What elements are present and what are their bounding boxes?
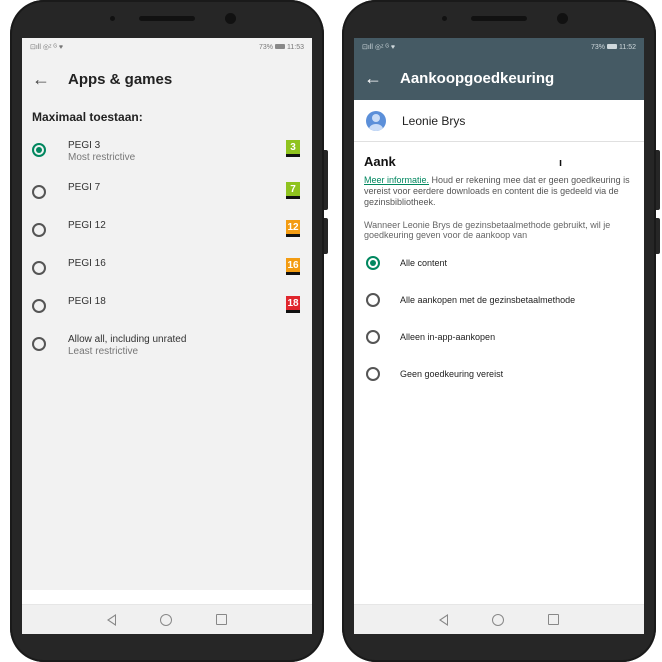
more-info-link[interactable]: Meer informatie. bbox=[364, 175, 429, 185]
phone-frame-right: ⊡ıll ◎ᶻ ᴳ ♥ 73% 11:52 ← Aankoopgoedkeurin… bbox=[342, 0, 660, 662]
approval-option-row[interactable]: Geen goedkeuring vereist bbox=[364, 355, 634, 392]
nav-back-icon[interactable] bbox=[439, 613, 448, 626]
option-text: PEGI 3 Most restrictive bbox=[68, 140, 135, 163]
section-heading: Aank ı bbox=[364, 154, 634, 169]
system-nav-bar bbox=[354, 604, 644, 634]
screen-right: ⊡ıll ◎ᶻ ᴳ ♥ 73% 11:52 ← Aankoopgoedkeurin… bbox=[354, 38, 644, 634]
approval-option-row[interactable]: Alle aankopen met de gezinsbetaalmethode bbox=[364, 281, 634, 318]
status-right: 73% 11:52 bbox=[591, 44, 636, 51]
pegi-option-row[interactable]: PEGI 3 Most restrictive 3 bbox=[22, 134, 312, 176]
option-label: PEGI 12 bbox=[68, 220, 106, 231]
option-text: PEGI 7 bbox=[68, 182, 100, 193]
pegi-rating-badge-icon: 7 bbox=[286, 182, 300, 199]
app-bar: ← Apps & games bbox=[22, 56, 312, 102]
speaker-grille bbox=[471, 16, 527, 21]
option-description: Least restrictive bbox=[68, 346, 139, 357]
radio-button[interactable] bbox=[32, 185, 46, 199]
arrow-back-icon[interactable]: ← bbox=[364, 69, 394, 87]
battery-icon bbox=[275, 44, 285, 50]
power-button bbox=[656, 218, 660, 254]
nav-back-icon[interactable] bbox=[107, 613, 116, 626]
option-text: Allow all, including unrated Least restri… bbox=[68, 334, 186, 357]
nav-home-icon[interactable] bbox=[492, 613, 504, 626]
nav-recent-icon[interactable] bbox=[216, 614, 227, 625]
nav-recent-icon[interactable] bbox=[548, 614, 559, 625]
phone-frame-left: ⊡ıll ◎ᶻ ᴳ ♥ 73% 11:53 ← Apps & games Maxi… bbox=[10, 0, 328, 662]
option-label: PEGI 18 bbox=[68, 296, 106, 307]
app-bar: ← Aankoopgoedkeuring bbox=[354, 56, 644, 100]
radio-button[interactable] bbox=[32, 261, 46, 275]
screen-left: ⊡ıll ◎ᶻ ᴳ ♥ 73% 11:53 ← Apps & games Maxi… bbox=[22, 38, 312, 634]
approval-options-list: Alle content Alle aankopen met de gezinsb… bbox=[364, 244, 634, 392]
approval-option-row[interactable]: Alle content bbox=[364, 244, 634, 281]
volume-button bbox=[656, 150, 660, 210]
pegi-option-row[interactable]: PEGI 16 16 bbox=[22, 252, 312, 290]
battery-icon bbox=[607, 44, 617, 50]
approval-option-row[interactable]: Alleen in-app-aankopen bbox=[364, 318, 634, 355]
pegi-option-row[interactable]: PEGI 12 12 bbox=[22, 214, 312, 252]
volume-button bbox=[324, 150, 328, 210]
account-name: Leonie Brys bbox=[402, 113, 466, 128]
option-description: Most restrictive bbox=[68, 152, 136, 163]
page-title: Aankoopgoedkeuring bbox=[400, 69, 555, 87]
status-icons: ⊡ıll ◎ᶻ ᴳ ♥ bbox=[30, 44, 64, 51]
status-icons: ⊡ıll ◎ᶻ ᴳ ♥ bbox=[362, 44, 396, 51]
front-camera bbox=[225, 13, 236, 24]
sensor-dot bbox=[442, 16, 447, 21]
radio-button[interactable] bbox=[366, 292, 380, 307]
pegi-option-row[interactable]: PEGI 18 18 bbox=[22, 290, 312, 328]
power-button bbox=[324, 218, 328, 254]
system-nav-bar bbox=[22, 604, 312, 634]
option-label: Alle content bbox=[400, 257, 448, 268]
radio-button[interactable] bbox=[32, 223, 46, 237]
option-label: PEGI 7 bbox=[68, 182, 101, 193]
nav-home-icon[interactable] bbox=[160, 613, 172, 626]
radio-button[interactable] bbox=[366, 329, 380, 344]
status-right: 73% 11:53 bbox=[259, 44, 304, 51]
heading-text: Aank bbox=[364, 154, 396, 169]
status-time: 11:53 bbox=[287, 43, 304, 51]
radio-button[interactable] bbox=[366, 366, 380, 381]
pegi-rating-badge-icon: 12 bbox=[286, 220, 300, 237]
option-label: PEGI 3 bbox=[68, 140, 101, 151]
sensor-dot bbox=[110, 16, 115, 21]
status-bar: ⊡ıll ◎ᶻ ᴳ ♥ 73% 11:52 bbox=[354, 38, 644, 56]
radio-button[interactable] bbox=[366, 255, 380, 270]
option-text: PEGI 16 bbox=[68, 258, 106, 269]
status-time: 11:52 bbox=[619, 43, 636, 51]
pegi-rating-badge-icon: 3 bbox=[286, 140, 300, 157]
section-heading: Maximaal toestaan: bbox=[22, 102, 312, 134]
approval-question: Wanneer Leonie Brys de gezinsbetaalmetho… bbox=[364, 220, 611, 240]
arrow-back-icon[interactable]: ← bbox=[32, 70, 62, 88]
account-selector[interactable]: Leonie Brys bbox=[354, 100, 644, 142]
radio-button[interactable] bbox=[32, 299, 46, 313]
option-label: Alle aankopen met de gezinsbetaalmethode bbox=[400, 294, 576, 305]
pegi-rating-badge-icon: 16 bbox=[286, 258, 300, 275]
option-label: Alleen in-app-aankopen bbox=[400, 331, 496, 342]
heading-text-fragment: ı bbox=[558, 157, 562, 169]
radio-button[interactable] bbox=[32, 143, 46, 157]
radio-button[interactable] bbox=[32, 337, 46, 351]
option-text: PEGI 12 bbox=[68, 220, 106, 231]
option-label: Geen goedkeuring vereist bbox=[400, 368, 504, 379]
front-camera bbox=[557, 13, 568, 24]
option-label: PEGI 16 bbox=[68, 258, 106, 269]
pegi-options-list: PEGI 3 Most restrictive 3 PEGI 7 7 PEGI 12 12 P… bbox=[22, 134, 312, 370]
status-bar: ⊡ıll ◎ᶻ ᴳ ♥ 73% 11:53 bbox=[22, 38, 312, 56]
option-label: Allow all, including unrated bbox=[68, 334, 187, 345]
pegi-option-row[interactable]: Allow all, including unrated Least restri… bbox=[22, 328, 312, 370]
battery-percent: 73% bbox=[258, 43, 273, 51]
speaker-grille bbox=[139, 16, 195, 21]
info-paragraph: Meer informatie. Houd er rekening mee da… bbox=[364, 175, 634, 208]
content: Aank ı Meer informatie. Houd er rekening… bbox=[354, 142, 644, 392]
pegi-option-row[interactable]: PEGI 7 7 bbox=[22, 176, 312, 214]
content: Maximaal toestaan: PEGI 3 Most restrictiv… bbox=[22, 102, 312, 590]
page-title: Apps & games bbox=[68, 70, 173, 88]
option-text: PEGI 18 bbox=[68, 296, 106, 307]
avatar bbox=[366, 110, 386, 131]
battery-percent: 73% bbox=[590, 43, 605, 51]
pegi-rating-badge-icon: 18 bbox=[286, 296, 300, 313]
